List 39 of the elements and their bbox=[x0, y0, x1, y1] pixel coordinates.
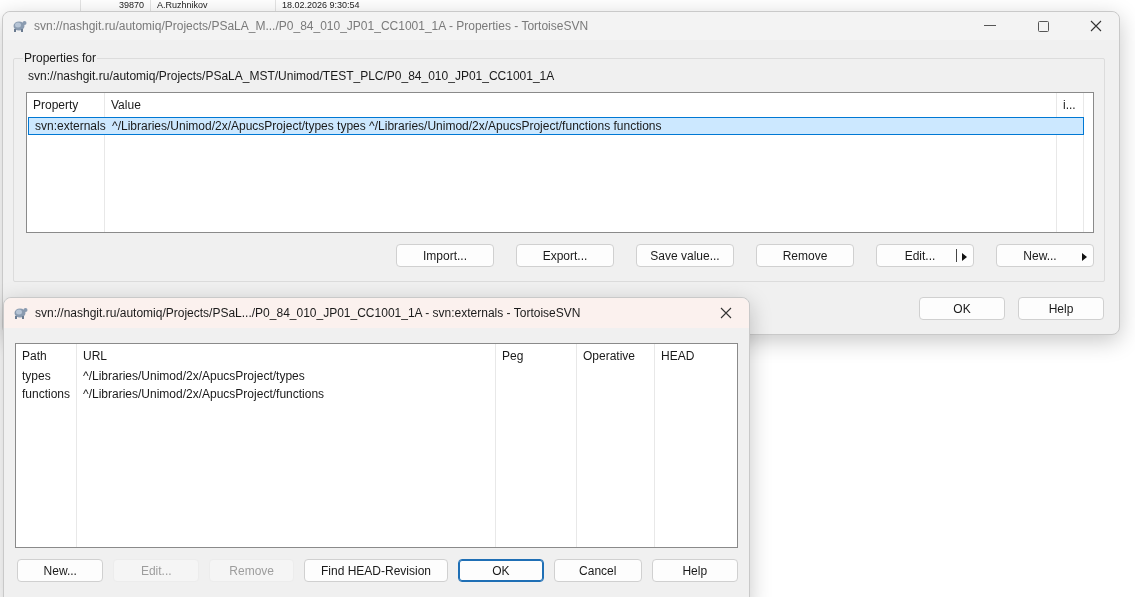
table-cell-text: svn:externals bbox=[34, 118, 106, 134]
external-row[interactable]: types ^/Libraries/Unimod/2x/ApucsProject/types bbox=[16, 368, 737, 386]
column-header[interactable]: Peg bbox=[496, 344, 577, 368]
dropdown-arrow-icon bbox=[962, 253, 967, 261]
dialog-button[interactable]: OK bbox=[457, 559, 545, 582]
column-header[interactable]: Path bbox=[16, 344, 77, 368]
dialog-button[interactable]: New... bbox=[17, 559, 104, 582]
dialog-button[interactable]: Import... bbox=[396, 244, 494, 267]
dialog-button[interactable]: Edit... bbox=[876, 244, 974, 267]
dialog-button[interactable]: Help bbox=[1018, 297, 1104, 320]
dialog-button[interactable]: Save value... bbox=[636, 244, 734, 267]
minimize-icon[interactable] bbox=[984, 25, 996, 27]
dialog-button[interactable]: Remove bbox=[756, 244, 854, 267]
table-cell: types bbox=[16, 368, 77, 386]
turtle-icon bbox=[11, 19, 27, 33]
property-row[interactable]: svn:externals ^/Libraries/Unimod/2x/ApucsProject/types types ^/Libraries/Unimod/2x/ApucsProject/functions functions bbox=[28, 117, 1084, 135]
table-cell-text: ^/Libraries/Unimod/2x/ApucsProject/types types ^/Libraries/Unimod/2x/ApucsProject/functions functions bbox=[111, 118, 663, 134]
column-header[interactable]: URL bbox=[77, 344, 496, 368]
window-title: svn://nashgit.ru/automiq/Projects/PSaL.../P0_84_010_JP01_CC1001_1A - svn:externals - TortoiseSVN bbox=[35, 306, 582, 320]
column-header[interactable]: Operative bbox=[577, 344, 655, 368]
group-label: Properties for bbox=[23, 51, 98, 65]
table-cell: functions bbox=[16, 386, 77, 404]
close-icon[interactable] bbox=[720, 307, 732, 319]
window-title: svn://nashgit.ru/automiq/Projects/PSaLA_M.../P0_84_010_JP01_CC1001_1A - Properties - TortoiseSVN bbox=[34, 19, 590, 33]
dialog-button[interactable]: Find HEAD-Revision bbox=[304, 559, 448, 582]
dialog-button[interactable]: New... bbox=[996, 244, 1094, 267]
table-cell: ^/Libraries/Unimod/2x/ApucsProject/functions bbox=[77, 386, 496, 404]
turtle-icon bbox=[12, 306, 28, 320]
dialog-button[interactable]: Export... bbox=[516, 244, 614, 267]
external-row[interactable]: functions ^/Libraries/Unimod/2x/ApucsProject/functions bbox=[16, 386, 737, 404]
maximize-icon[interactable] bbox=[1037, 20, 1049, 32]
dialog-button[interactable]: Help bbox=[651, 559, 738, 582]
dialog-button[interactable]: OK bbox=[919, 297, 1005, 320]
table-cell: ^/Libraries/Unimod/2x/ApucsProject/types bbox=[77, 368, 496, 386]
dialog-button[interactable]: Cancel bbox=[554, 559, 642, 582]
dropdown-arrow-icon bbox=[1082, 253, 1087, 261]
column-header[interactable]: HEAD bbox=[655, 344, 737, 368]
path-text: svn://nashgit.ru/automiq/Projects/PSaLA_MST/Unimod/TEST_PLC/P0_84_010_JP01_CC1001_1A bbox=[28, 69, 556, 83]
close-icon[interactable] bbox=[1090, 20, 1102, 32]
